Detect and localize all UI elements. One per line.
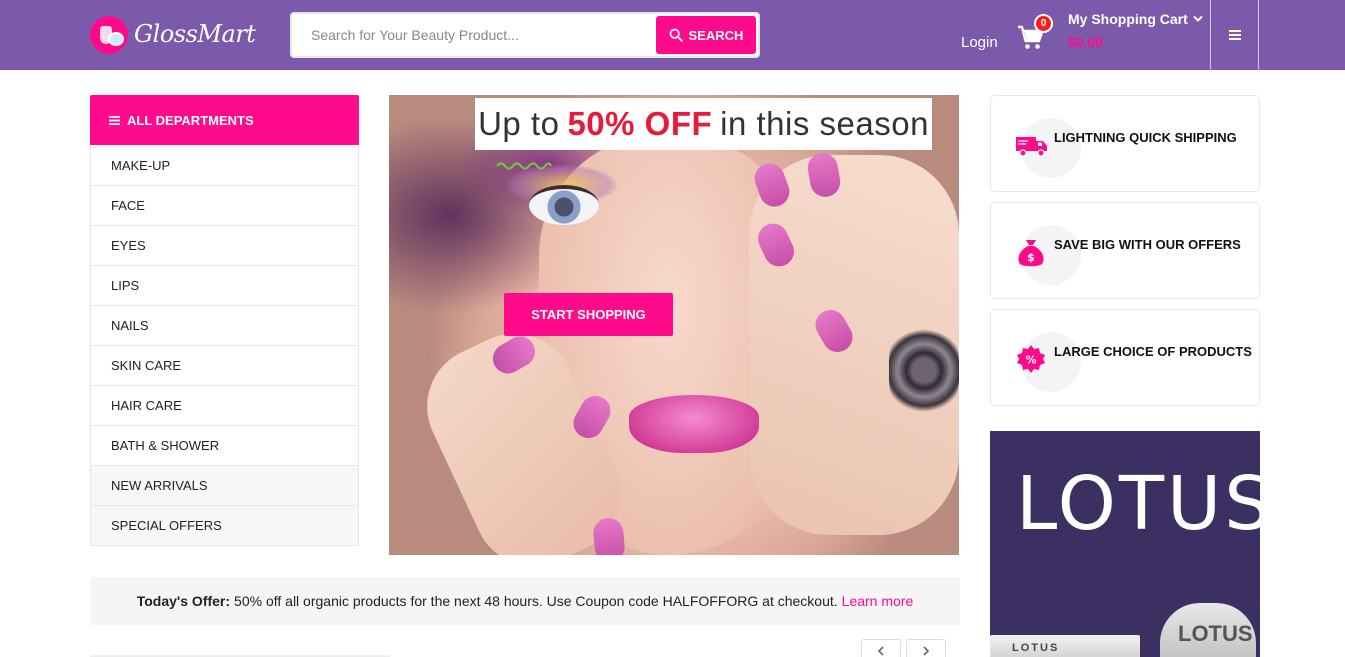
logo-badge-icon bbox=[90, 16, 128, 54]
site-header: GlossMart SEARCH Login 0 My Shopping Car… bbox=[0, 0, 1345, 70]
sidebar-item-hair-care[interactable]: HAIR CARE bbox=[90, 386, 359, 426]
search-button-label: SEARCH bbox=[688, 27, 744, 43]
lotus-ad-banner[interactable]: LOTUS LOTUS LOTUS bbox=[990, 431, 1260, 657]
percent-badge-icon: % bbox=[1017, 345, 1045, 373]
sidebar-item-nails[interactable]: NAILS bbox=[90, 306, 359, 346]
start-shopping-button[interactable]: START SHOPPING bbox=[504, 293, 673, 336]
sidebar-item-lips[interactable]: LIPS bbox=[90, 266, 359, 306]
lotus-product-tube: LOTUS bbox=[990, 635, 1140, 657]
feature-card-products: % LARGE CHOICE OF PRODUCTS bbox=[990, 309, 1260, 406]
squiggle-decoration-icon bbox=[496, 162, 552, 170]
list-icon bbox=[109, 115, 120, 125]
cart-title: My Shopping Cart bbox=[1068, 11, 1188, 27]
svg-text:%: % bbox=[1025, 354, 1036, 367]
lotus-product-jar: LOTUS bbox=[1160, 603, 1256, 657]
hero-headline: Up to 50% OFF in this season bbox=[475, 98, 932, 150]
carousel-next-button[interactable] bbox=[906, 639, 946, 657]
sidebar-item-skin-care[interactable]: SKIN CARE bbox=[90, 346, 359, 386]
menu-button[interactable] bbox=[1211, 0, 1258, 70]
money-bag-icon: $ bbox=[1018, 240, 1044, 267]
logo-text: GlossMart bbox=[134, 20, 256, 48]
feature-card-offers: $ SAVE BIG WITH OUR OFFERS bbox=[990, 202, 1260, 299]
departments-list: MAKE-UP FACE EYES LIPS NAILS SKIN CARE H… bbox=[90, 146, 359, 546]
site-logo[interactable]: GlossMart bbox=[90, 16, 260, 56]
todays-offer-bar: Today's Offer: 50% off all organic produ… bbox=[90, 577, 960, 625]
svg-text:$: $ bbox=[1027, 251, 1035, 264]
sidebar-item-face[interactable]: FACE bbox=[90, 186, 359, 226]
sidebar-item-bath-shower[interactable]: BATH & SHOWER bbox=[90, 426, 359, 466]
search-box: SEARCH bbox=[290, 12, 760, 58]
cart-count-badge: 0 bbox=[1034, 14, 1053, 33]
offer-prefix: Today's Offer: bbox=[136, 593, 231, 609]
learn-more-link[interactable]: Learn more bbox=[842, 593, 914, 609]
sidebar-item-eyes[interactable]: EYES bbox=[90, 226, 359, 266]
feature-label: LIGHTNING QUICK SHIPPING bbox=[1054, 130, 1237, 145]
offer-text: 50% off all organic products for the nex… bbox=[234, 593, 838, 609]
carousel-prev-button[interactable] bbox=[861, 639, 901, 657]
hero-model-eye bbox=[529, 185, 599, 225]
hero-model-lips bbox=[629, 395, 759, 453]
cart-total: $0.00 bbox=[1068, 34, 1104, 50]
all-departments-header[interactable]: ALL DEPARTMENTS bbox=[90, 95, 359, 145]
hero-banner[interactable]: Up to 50% OFF in this season START SHOPPIN… bbox=[389, 95, 959, 555]
chevron-left-icon bbox=[877, 646, 884, 656]
search-icon bbox=[669, 28, 683, 42]
cart-dropdown[interactable]: My Shopping Cart bbox=[1068, 11, 1203, 27]
login-link[interactable]: Login bbox=[961, 34, 998, 51]
search-input[interactable] bbox=[292, 14, 654, 56]
hamburger-menu-icon bbox=[1228, 30, 1241, 40]
header-divider bbox=[1258, 0, 1259, 70]
chevron-right-icon bbox=[923, 646, 930, 656]
lotus-brand-logo: LOTUS bbox=[1016, 461, 1260, 547]
delivery-truck-icon bbox=[1016, 137, 1047, 157]
hero-ring bbox=[889, 323, 959, 418]
feature-card-shipping: LIGHTNING QUICK SHIPPING bbox=[990, 95, 1260, 192]
sidebar-item-special-offers[interactable]: SPECIAL OFFERS bbox=[90, 506, 359, 546]
sidebar-item-new-arrivals[interactable]: NEW ARRIVALS bbox=[90, 466, 359, 506]
feature-label: SAVE BIG WITH OUR OFFERS bbox=[1054, 237, 1241, 252]
search-button[interactable]: SEARCH bbox=[656, 16, 756, 54]
all-departments-title: ALL DEPARTMENTS bbox=[127, 112, 254, 128]
chevron-down-icon bbox=[1193, 15, 1203, 22]
feature-label: LARGE CHOICE OF PRODUCTS bbox=[1054, 344, 1252, 359]
sidebar-item-make-up[interactable]: MAKE-UP bbox=[90, 146, 359, 186]
